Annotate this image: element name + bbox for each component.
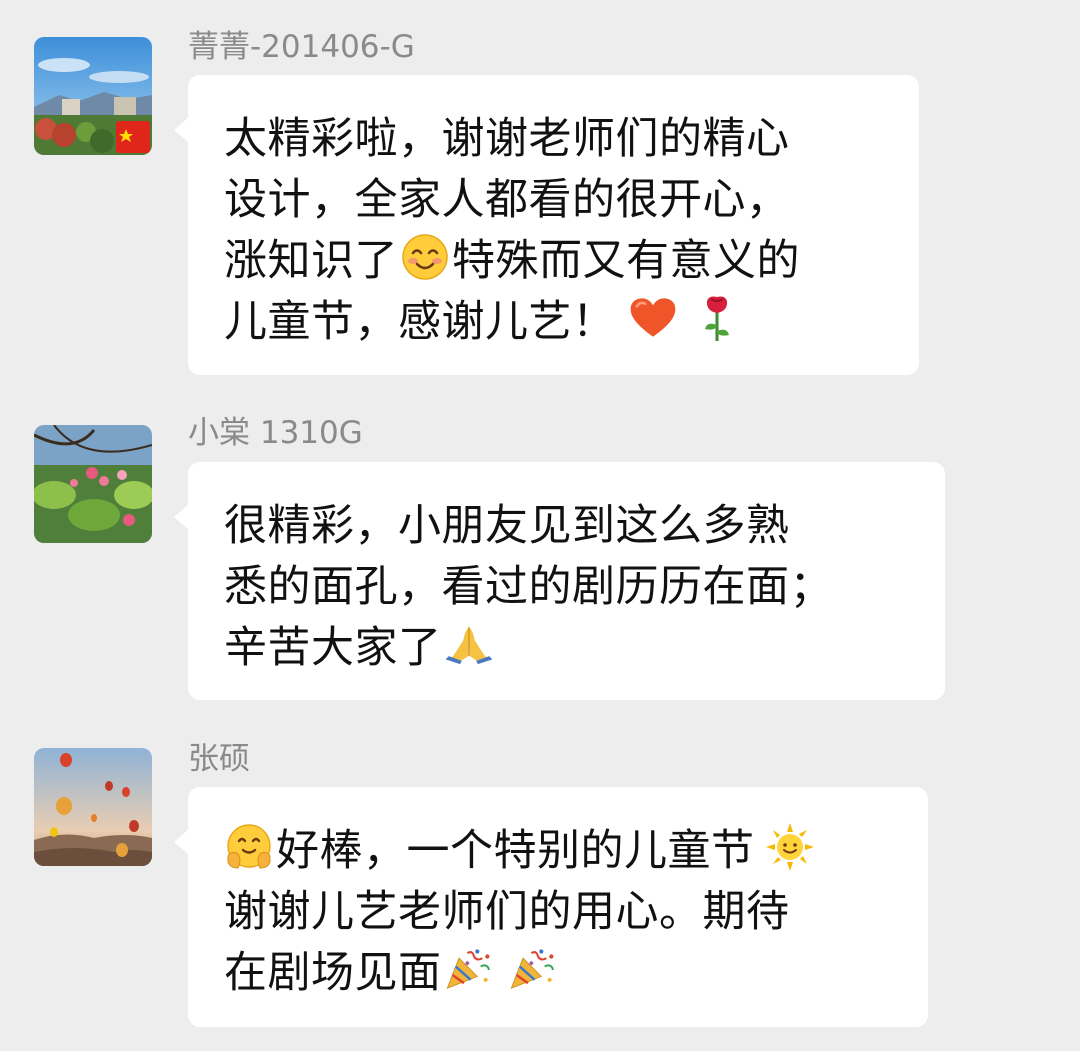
message-line: 设计，全家人都看的很开心， xyxy=(224,175,790,225)
message-bubble[interactable]: 好棒，一个特别的儿童节 谢谢儿艺老师们的用心。期待 在剧场见面 xyxy=(174,787,928,1027)
chat-message: 菁菁-201406-G 太精彩啦，谢谢老师们的精心 设计，全家人都看的很开心， … xyxy=(0,0,1080,390)
message-text: 儿童节，感谢儿艺！ xyxy=(224,297,616,347)
sender-name: 菁菁-201406-G xyxy=(188,29,415,65)
message-line: 辛苦大家了 xyxy=(224,618,911,679)
message-line: 太精彩啦，谢谢老师们的精心 xyxy=(224,114,790,164)
hugging-face-icon xyxy=(224,822,274,872)
message-bubble[interactable]: 很精彩，小朋友见到这么多熟 悉的面孔，看过的剧历历在面； 辛苦大家了 xyxy=(174,462,945,700)
chat-message: 小棠 1310G 很精彩，小朋友见到这么多熟 悉的面孔，看过的剧历历在面； 辛苦… xyxy=(0,390,1080,720)
message-text: 辛苦大家了 xyxy=(224,623,442,673)
message-text: 涨知识了 xyxy=(224,236,398,286)
party-popper-icon xyxy=(444,944,504,994)
sun-face-icon xyxy=(765,822,815,872)
message-text: 在剧场见面 xyxy=(224,948,442,998)
chat-message: 张硕 好棒，一个特别的儿童节 谢谢儿艺老师们的用心。期待 在剧场见面 xyxy=(0,720,1080,1051)
rose-icon xyxy=(692,293,732,343)
message-bubble[interactable]: 太精彩啦，谢谢老师们的精心 设计，全家人都看的很开心， 涨知识了 特殊而又有意义的… xyxy=(174,75,919,375)
message-line: 悉的面孔，看过的剧历历在面； xyxy=(224,562,833,612)
message-line: 好棒，一个特别的儿童节 xyxy=(224,821,894,882)
message-text: 好棒，一个特别的儿童节 xyxy=(276,826,755,876)
sender-name: 张硕 xyxy=(188,741,250,777)
message-line: 很精彩，小朋友见到这么多熟 xyxy=(224,501,790,551)
flower-tree-avatar[interactable] xyxy=(34,425,152,543)
message-line: 涨知识了 特殊而又有意义的 xyxy=(224,231,885,292)
message-line: 谢谢儿艺老师们的用心。期待 xyxy=(224,887,790,937)
party-popper-icon xyxy=(508,944,568,994)
folded-hands-icon xyxy=(444,619,506,669)
sender-name: 小棠 1310G xyxy=(188,415,363,451)
campus-landscape-avatar[interactable] xyxy=(34,37,152,155)
message-text: 特殊而又有意义的 xyxy=(452,236,800,286)
message-line: 在剧场见面 xyxy=(224,943,894,1004)
message-line: 儿童节，感谢儿艺！ xyxy=(224,292,885,353)
hot-air-balloons-avatar[interactable] xyxy=(34,748,152,866)
heart-icon xyxy=(628,293,684,343)
smiling-face-icon xyxy=(400,232,450,282)
